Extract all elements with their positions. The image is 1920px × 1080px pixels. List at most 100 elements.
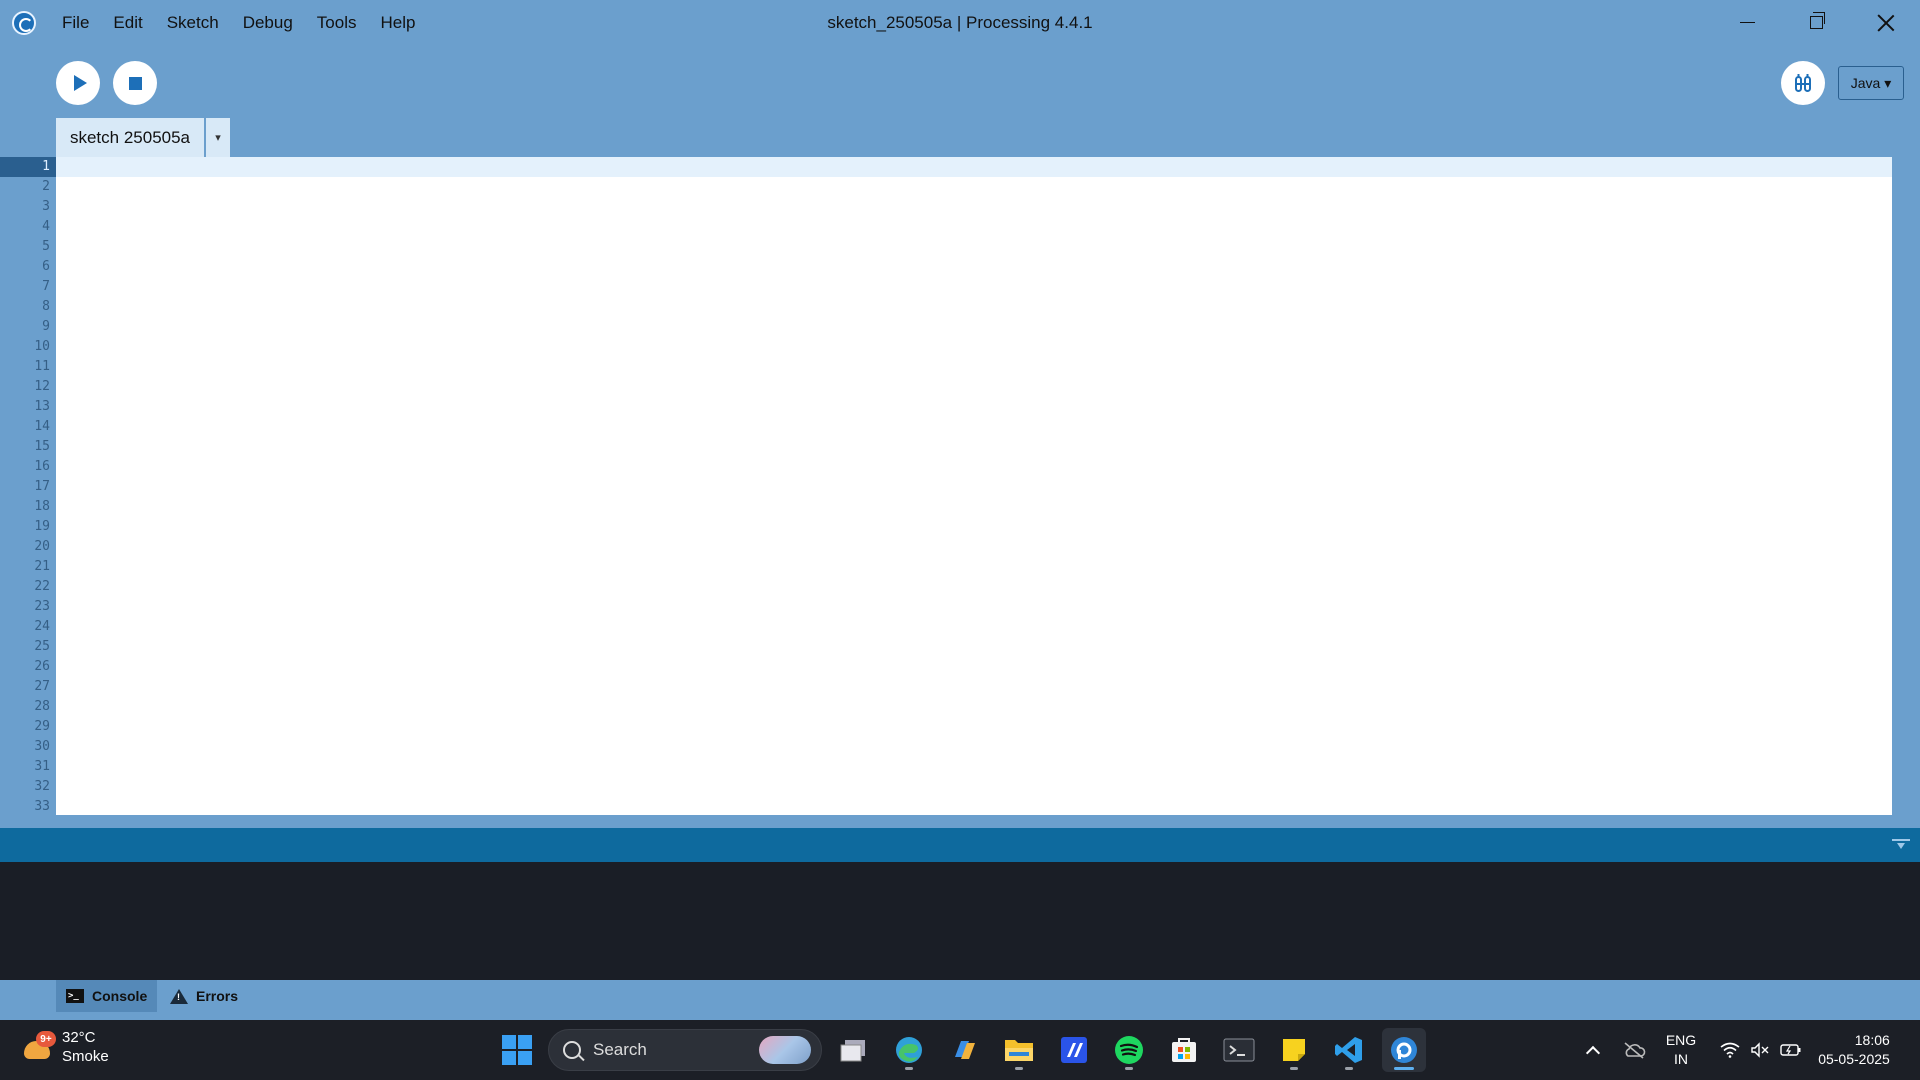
terminal-icon [1223, 1038, 1255, 1062]
tab-sketch[interactable]: sketch 250505a [56, 118, 204, 157]
system-tray-status[interactable] [1716, 1020, 1806, 1080]
volume-muted-icon [1751, 1042, 1769, 1058]
close-button[interactable] [1851, 0, 1920, 45]
editor-scrollbar[interactable] [1892, 157, 1920, 815]
search-highlight-image [759, 1036, 811, 1064]
taskbar-task-view[interactable] [832, 1028, 876, 1072]
chevron-down-icon: ▾ [215, 132, 221, 144]
tab-menu-button[interactable]: ▾ [206, 118, 230, 157]
line-number: 22 [34, 579, 50, 594]
console-tab-label: Console [92, 988, 148, 1004]
window-controls [1713, 0, 1920, 45]
line-number: 21 [34, 559, 50, 574]
line-number: 27 [34, 679, 50, 694]
line-number: 12 [34, 379, 50, 394]
processing-icon [1391, 1037, 1417, 1063]
menu-help[interactable]: Help [368, 0, 427, 45]
line-number: 30 [34, 739, 50, 754]
cloud-offline-icon [1624, 1042, 1646, 1059]
menu-tools[interactable]: Tools [305, 0, 369, 45]
line-number: 16 [34, 459, 50, 474]
weather-widget[interactable]: 9+ 32°C Smoke [22, 1028, 109, 1066]
onedrive-status[interactable] [1620, 1020, 1648, 1080]
console-output[interactable] [0, 862, 1920, 980]
title-bar: sketch_250505a | Processing 4.4.1 File E… [0, 0, 1920, 45]
show-hidden-icons-button[interactable] [1582, 1020, 1604, 1080]
menu-file[interactable]: File [50, 0, 101, 45]
mode-label: Java [1850, 75, 1881, 91]
status-bar [0, 828, 1920, 862]
mode-selector[interactable]: Java ▾ [1838, 66, 1904, 100]
menu-edit[interactable]: Edit [101, 0, 154, 45]
stop-icon [128, 76, 142, 90]
ide-icon [1061, 1037, 1087, 1063]
line-number: 7 [42, 279, 50, 294]
line-number: 14 [34, 419, 50, 434]
line-number: 19 [34, 519, 50, 534]
windows-start-icon[interactable] [502, 1035, 532, 1065]
line-number: 18 [34, 499, 50, 514]
line-number: 25 [34, 639, 50, 654]
line-number: 26 [34, 659, 50, 674]
close-icon [1877, 14, 1895, 32]
stop-button[interactable] [113, 61, 157, 105]
menu-sketch[interactable]: Sketch [155, 0, 231, 45]
taskbar-ide[interactable] [1052, 1028, 1096, 1072]
minimize-icon [1740, 21, 1755, 24]
restore-button[interactable] [1782, 0, 1851, 45]
taskbar-search[interactable]: Search [548, 1029, 822, 1071]
taskbar-spotify[interactable] [1107, 1028, 1151, 1072]
store-icon [1172, 1038, 1196, 1062]
sticky-notes-icon [1283, 1039, 1305, 1061]
line-number: 5 [42, 239, 50, 254]
line-number: 4 [42, 219, 50, 234]
taskbar-processing[interactable] [1382, 1028, 1426, 1072]
line-number: 1 [42, 159, 50, 174]
line-number: 17 [34, 479, 50, 494]
taskbar-edge[interactable] [887, 1028, 931, 1072]
taskbar-file-explorer[interactable] [997, 1028, 1041, 1072]
vscode-icon [1335, 1037, 1362, 1063]
menu-debug[interactable]: Debug [231, 0, 305, 45]
line-number: 20 [34, 539, 50, 554]
task-view-icon [840, 1040, 865, 1062]
line-number: 32 [34, 779, 50, 794]
copilot-icon [955, 1041, 975, 1059]
clock[interactable]: 18:06 05-05-2025 [1812, 1020, 1896, 1080]
line-number: 2 [42, 179, 50, 194]
notification-badge: 9+ [36, 1031, 56, 1047]
battery-icon [1780, 1044, 1801, 1056]
search-label: Search [593, 1040, 647, 1059]
taskbar-terminal[interactable] [1217, 1028, 1261, 1072]
taskbar-store[interactable] [1162, 1028, 1206, 1072]
taskbar-copilot[interactable] [942, 1028, 986, 1072]
line-number: 23 [34, 599, 50, 614]
minimize-button[interactable] [1713, 0, 1782, 45]
line-number: 11 [34, 359, 50, 374]
collapse-console-icon[interactable] [1892, 837, 1910, 853]
language-code: ENG [1665, 1032, 1697, 1048]
language-indicator[interactable]: ENG IN [1660, 1020, 1702, 1080]
run-button[interactable] [56, 61, 100, 105]
line-number: 13 [34, 399, 50, 414]
search-icon [563, 1041, 581, 1059]
restore-icon [1810, 12, 1825, 29]
spotify-icon [1115, 1036, 1143, 1064]
tab-console[interactable]: >_ Console [56, 980, 158, 1012]
line-number: 3 [42, 199, 50, 214]
menu-bar: File Edit Sketch Debug Tools Help [50, 0, 427, 45]
line-number: 9 [42, 319, 50, 334]
line-number: 33 [34, 799, 50, 814]
chevron-up-icon [1585, 1045, 1601, 1061]
debugger-button[interactable] [1781, 61, 1825, 105]
weather-temperature: 32°C [62, 1029, 96, 1046]
code-editor[interactable] [56, 157, 1892, 815]
tab-errors[interactable]: Errors [160, 980, 248, 1012]
terminal-icon: >_ [66, 989, 84, 1003]
errors-tab-label: Errors [196, 988, 239, 1004]
processing-logo-icon [12, 11, 36, 35]
weather-icon: 9+ [22, 1031, 56, 1063]
taskbar-vscode[interactable] [1327, 1028, 1371, 1072]
chevron-down-icon: ▾ [1884, 74, 1892, 91]
taskbar-sticky-notes[interactable] [1272, 1028, 1316, 1072]
